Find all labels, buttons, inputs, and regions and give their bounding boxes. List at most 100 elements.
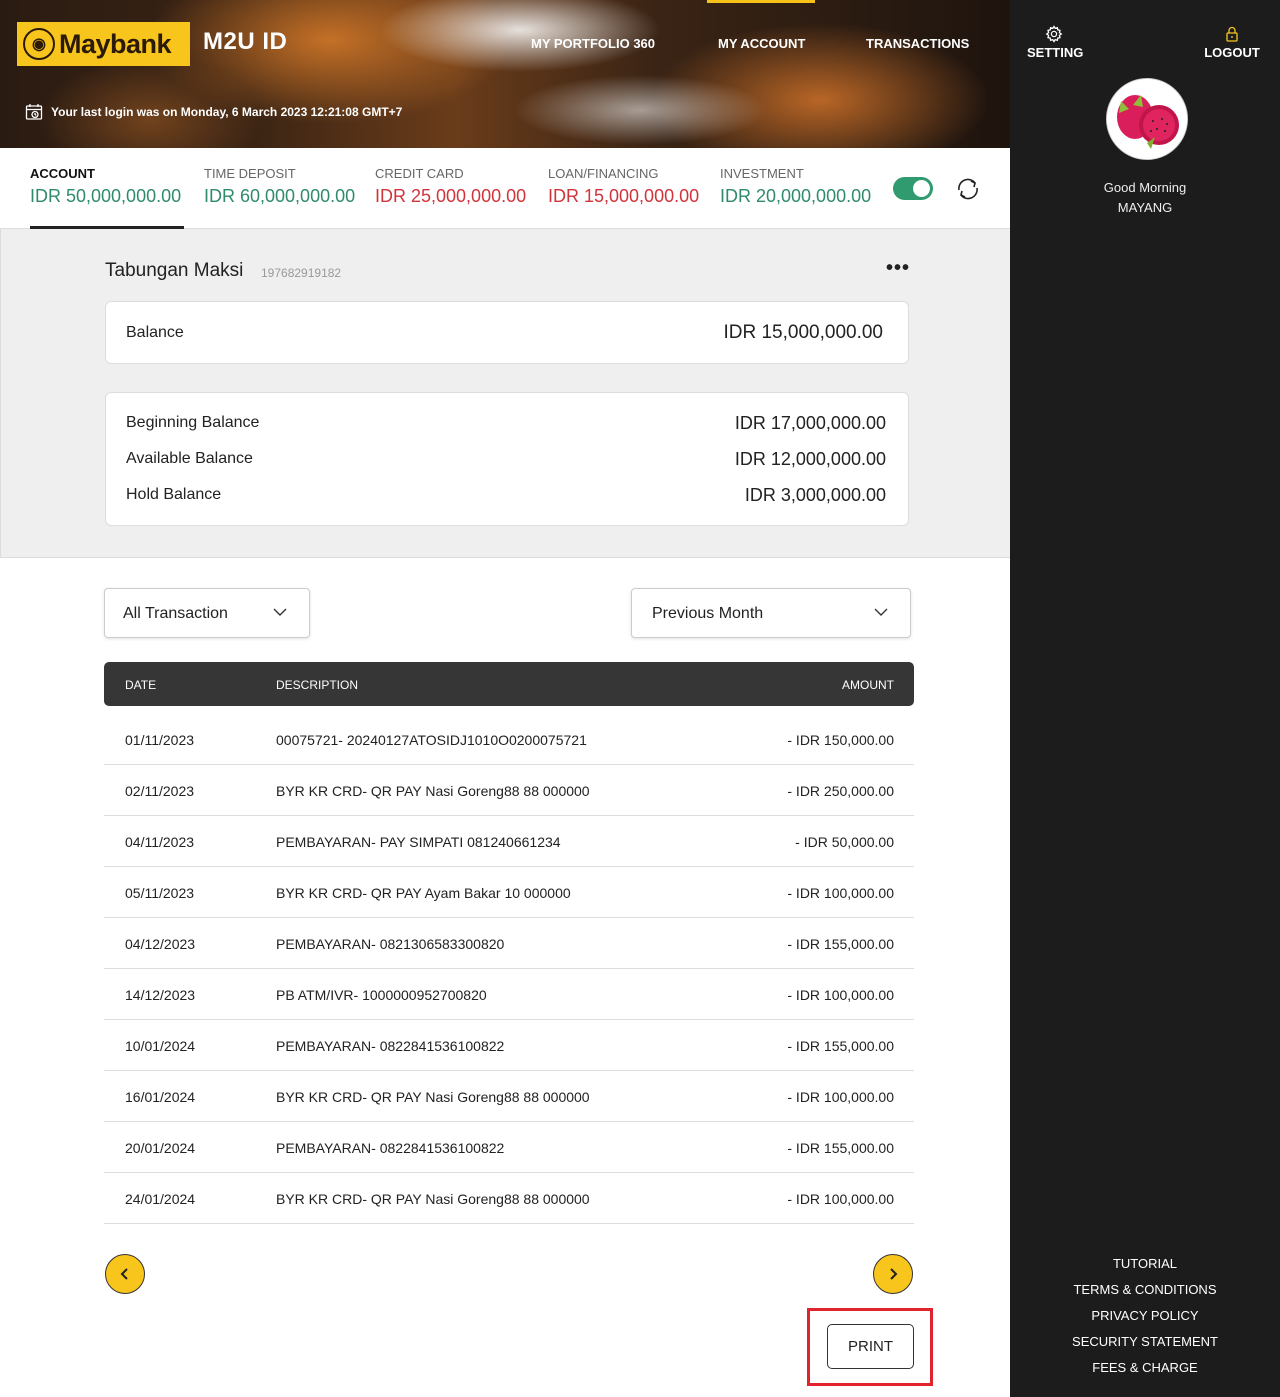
period-select[interactable]: Previous Month <box>631 588 911 638</box>
transaction-type-value: All Transaction <box>123 605 228 622</box>
balance-value: IDR 15,000,000.00 <box>723 322 883 343</box>
avatar[interactable] <box>1106 78 1188 160</box>
row-amount: - IDR 100,000.00 <box>787 987 894 1003</box>
transaction-type-select[interactable]: All Transaction <box>104 588 310 638</box>
table-row[interactable]: 16/01/2024 BYR KR CRD- QR PAY Nasi Goren… <box>104 1071 914 1122</box>
link-security-statement[interactable]: SECURITY STATEMENT <box>1010 1329 1280 1355</box>
header-banner: ◉ Maybank M2U ID MY PORTFOLIO 360 MY ACC… <box>0 0 1010 148</box>
balance-details-card: Beginning Balance IDR 17,000,000.00 Avai… <box>105 392 909 526</box>
gear-icon <box>1045 25 1063 43</box>
header-description: DESCRIPTION <box>276 678 359 692</box>
link-terms-conditions[interactable]: TERMS & CONDITIONS <box>1010 1277 1280 1303</box>
row-description: BYR KR CRD- QR PAY Nasi Goreng88 88 0000… <box>276 783 590 799</box>
app-title: M2U ID <box>203 28 288 55</box>
tiger-icon: ◉ <box>23 28 55 60</box>
beginning-balance-row: Beginning Balance IDR 17,000,000.00 <box>126 413 886 436</box>
tab-credit-card-label: CREDIT CARD <box>375 166 464 181</box>
row-description: PEMBAYARAN- 0821306583300820 <box>276 936 505 952</box>
link-fees-charge[interactable]: FEES & CHARGE <box>1010 1355 1280 1381</box>
table-row[interactable]: 10/01/2024 PEMBAYARAN- 0822841536100822 … <box>104 1020 914 1071</box>
tab-time-deposit[interactable]: TIME DEPOSIT IDR 60,000,000.00 <box>204 166 355 207</box>
table-row[interactable]: 05/11/2023 BYR KR CRD- QR PAY Ayam Bakar… <box>104 867 914 918</box>
balance-card: Balance IDR 15,000,000.00 <box>105 301 909 364</box>
refresh-icon[interactable] <box>954 176 982 202</box>
beginning-balance-value: IDR 17,000,000.00 <box>734 413 886 433</box>
logo-text: Maybank <box>59 28 172 59</box>
print-button[interactable]: PRINT <box>827 1324 914 1369</box>
hold-balance-label: Hold Balance <box>126 486 222 503</box>
available-balance-value: IDR 12,000,000.00 <box>734 449 886 469</box>
account-detail-panel: Tabungan Maksi 197682919182 ••• Balance … <box>0 229 1010 558</box>
nav-my-account[interactable]: MY ACCOUNT <box>718 36 805 51</box>
row-date: 16/01/2024 <box>125 1089 196 1105</box>
row-description: 00075721- 20240127ATOSIDJ1010O0200075721 <box>276 732 587 748</box>
balance-visibility-toggle[interactable] <box>893 177 933 200</box>
last-login-text: Your last login was on Monday, 6 March 2… <box>51 105 403 119</box>
row-date: 02/11/2023 <box>125 783 195 799</box>
link-tutorial[interactable]: TUTORIAL <box>1010 1251 1280 1277</box>
hold-balance-row: Hold Balance IDR 3,000,000.00 <box>126 485 886 508</box>
row-amount: - IDR 100,000.00 <box>787 1089 894 1105</box>
link-privacy-policy[interactable]: PRIVACY POLICY <box>1010 1303 1280 1329</box>
table-row[interactable]: 04/11/2023 PEMBAYARAN- PAY SIMPATI 08124… <box>104 816 914 867</box>
user-name: MAYANG <box>1117 200 1173 215</box>
period-value: Previous Month <box>652 605 764 622</box>
row-date: 20/01/2024 <box>125 1140 196 1156</box>
table-row[interactable]: 20/01/2024 PEMBAYARAN- 0822841536100822 … <box>104 1122 914 1173</box>
row-amount: - IDR 150,000.00 <box>787 732 894 748</box>
chevron-right-icon <box>890 1268 898 1280</box>
greeting-text: Good Morning <box>1103 180 1187 195</box>
row-description: BYR KR CRD- QR PAY Nasi Goreng88 88 0000… <box>276 1089 590 1105</box>
chevron-left-icon <box>120 1268 128 1280</box>
tab-account[interactable]: ACCOUNT IDR 50,000,000.00 <box>30 166 181 207</box>
table-row[interactable]: 04/12/2023 PEMBAYARAN- 0821306583300820 … <box>104 918 914 969</box>
row-date: 24/01/2024 <box>125 1191 196 1207</box>
tab-loan-financing[interactable]: LOAN/FINANCING IDR 15,000,000.00 <box>548 166 699 207</box>
tab-investment-label: INVESTMENT <box>720 166 804 181</box>
row-date: 01/11/2023 <box>125 732 195 748</box>
active-nav-indicator <box>707 0 815 3</box>
maybank-logo[interactable]: ◉ Maybank <box>17 22 190 66</box>
row-description: PEMBAYARAN- 0822841536100822 <box>276 1140 505 1156</box>
nav-transactions[interactable]: TRANSACTIONS <box>866 36 969 51</box>
available-balance-label: Available Balance <box>126 450 253 467</box>
logout-button[interactable]: LOGOUT <box>1204 25 1260 60</box>
table-row[interactable]: 24/01/2024 BYR KR CRD- QR PAY Nasi Goren… <box>104 1173 914 1224</box>
previous-page-button[interactable] <box>105 1254 145 1294</box>
row-amount: - IDR 155,000.00 <box>787 936 894 952</box>
tab-time-deposit-label: TIME DEPOSIT <box>204 166 296 181</box>
table-row[interactable]: 14/12/2023 PB ATM/IVR- 1000000952700820 … <box>104 969 914 1020</box>
available-balance-row: Available Balance IDR 12,000,000.00 <box>126 449 886 472</box>
more-options-icon[interactable]: ••• <box>886 257 910 280</box>
row-amount: - IDR 100,000.00 <box>787 885 894 901</box>
setting-button[interactable]: SETTING <box>1027 25 1084 60</box>
header-amount: AMOUNT <box>842 678 894 692</box>
transaction-table-header: DATE DESCRIPTION AMOUNT <box>104 662 914 706</box>
tab-credit-card-value: IDR 25,000,000.00 <box>375 186 527 206</box>
table-row[interactable]: 02/11/2023 BYR KR CRD- QR PAY Nasi Goren… <box>104 765 914 816</box>
next-page-button[interactable] <box>873 1254 913 1294</box>
setting-label: SETTING <box>1027 45 1084 60</box>
row-description: BYR KR CRD- QR PAY Nasi Goreng88 88 0000… <box>276 1191 590 1207</box>
beginning-balance-label: Beginning Balance <box>126 414 260 431</box>
tab-loan-financing-value: IDR 15,000,000.00 <box>548 186 700 206</box>
row-date: 04/11/2023 <box>125 834 195 850</box>
tab-investment[interactable]: INVESTMENT IDR 20,000,000.00 <box>720 166 871 207</box>
row-amount: - IDR 155,000.00 <box>787 1038 894 1054</box>
chevron-down-icon <box>273 608 287 616</box>
nav-my-portfolio[interactable]: MY PORTFOLIO 360 <box>531 36 655 51</box>
table-row[interactable]: 01/11/2023 00075721- 20240127ATOSIDJ1010… <box>104 714 914 765</box>
tab-credit-card[interactable]: CREDIT CARD IDR 25,000,000.00 <box>375 166 526 207</box>
row-date: 04/12/2023 <box>125 936 196 952</box>
last-login-info: Your last login was on Monday, 6 March 2… <box>25 103 402 121</box>
right-sidebar: SETTING LOGOUT Good Morning MAYANG TUTOR… <box>1010 0 1280 1397</box>
tab-account-value: IDR 50,000,000.00 <box>30 186 182 206</box>
tab-investment-value: IDR 20,000,000.00 <box>720 186 872 206</box>
header-date: DATE <box>125 678 157 692</box>
tab-account-label: ACCOUNT <box>30 166 95 181</box>
row-amount: - IDR 50,000.00 <box>795 834 894 850</box>
lock-icon <box>1226 26 1238 42</box>
logout-label: LOGOUT <box>1204 45 1260 60</box>
toggle-knob <box>913 180 930 197</box>
row-amount: - IDR 100,000.00 <box>787 1191 894 1207</box>
